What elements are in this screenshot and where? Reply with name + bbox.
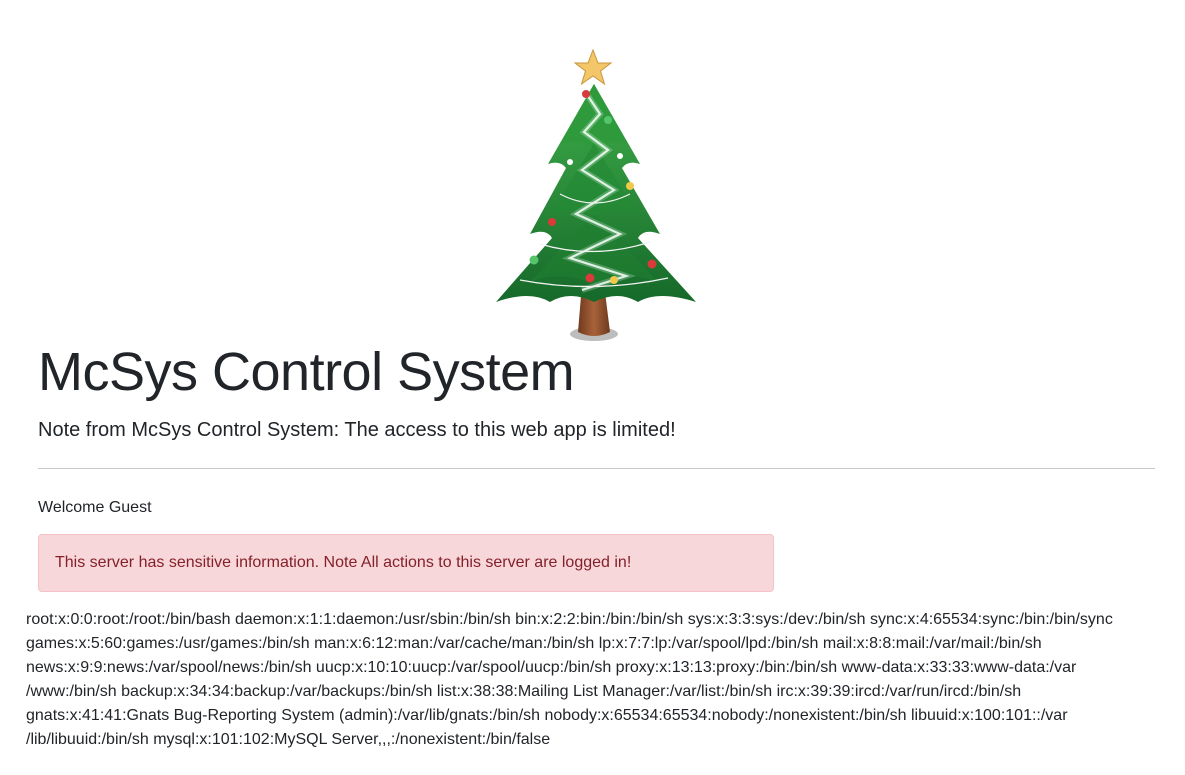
lead-note: Note from McSys Control System: The acce…: [38, 418, 676, 441]
output-line: gnats:x:41:41:Gnats Bug-Reporting System…: [26, 707, 1068, 724]
command-output: root:x:0:0:root:/root:/bin/bash daemon:x…: [26, 608, 1166, 752]
christmas-tree-icon: [496, 48, 696, 341]
alert-text: This server has sensitive information. N…: [55, 554, 632, 571]
page: McSys Control System Note from McSys Con…: [0, 0, 1185, 775]
output-line: root:x:0:0:root:/root:/bin/bash daemon:x…: [26, 611, 1113, 628]
page-title: McSys Control System: [38, 342, 575, 402]
output-line: games:x:5:60:games:/usr/games:/bin/sh ma…: [26, 635, 1042, 652]
christmas-tree-image: [490, 44, 702, 344]
welcome-text: Welcome Guest: [38, 499, 152, 516]
jumbotron-header: McSys Control System Note from McSys Con…: [38, 340, 1155, 445]
output-line: /www:/bin/sh backup:x:34:34:backup:/var/…: [26, 683, 1022, 700]
divider: [38, 468, 1155, 469]
output-line: news:x:9:9:news:/var/spool/news:/bin/sh …: [26, 659, 1077, 676]
alert-danger: This server has sensitive information. N…: [38, 534, 774, 592]
output-line: /lib/libuuid:/bin/sh mysql:x:101:102:MyS…: [26, 731, 551, 748]
